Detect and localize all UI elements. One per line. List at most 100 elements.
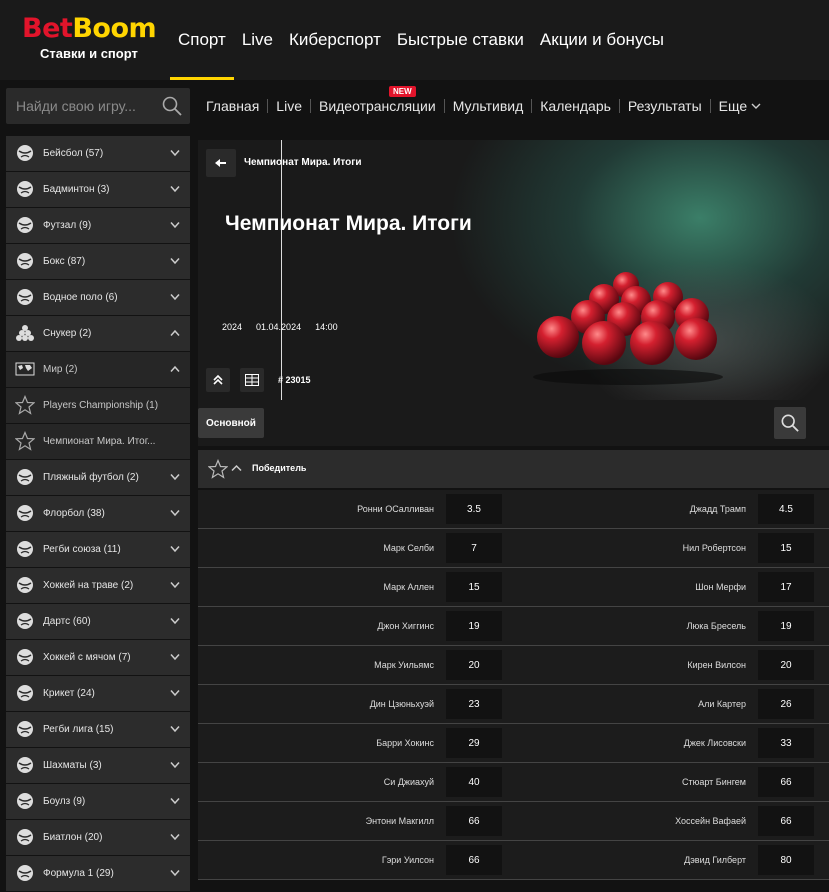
sidebar-item[interactable]: Бокс (87) bbox=[6, 244, 190, 279]
search-icon[interactable] bbox=[162, 96, 182, 116]
chevron-up-icon[interactable] bbox=[170, 329, 180, 337]
subnav-multiview[interactable]: Мультивид bbox=[445, 88, 532, 124]
odds-button[interactable]: 33 bbox=[758, 728, 814, 758]
breadcrumb[interactable]: Чемпионат Мира. Итоги bbox=[244, 157, 362, 168]
sub-nav: Главная Live Видеотрансляции NEW Мультив… bbox=[198, 86, 770, 124]
odds-button[interactable]: 80 bbox=[758, 845, 814, 875]
futsal-ball-icon bbox=[15, 215, 35, 235]
subnav-live[interactable]: Live bbox=[268, 88, 310, 124]
table-row: Си Джиахуй 40 Стюарт Бингем 66 bbox=[198, 763, 829, 802]
sidebar-item[interactable]: Пляжный футбол (2) bbox=[6, 460, 190, 495]
sidebar-item[interactable]: Биатлон (20) bbox=[6, 820, 190, 855]
subnav-main[interactable]: Главная bbox=[198, 88, 267, 124]
chevron-down-icon[interactable] bbox=[170, 293, 180, 301]
formula1-icon bbox=[15, 863, 35, 883]
layout-toggle-button[interactable] bbox=[240, 368, 264, 392]
chevron-down-icon[interactable] bbox=[170, 581, 180, 589]
chevron-down-icon[interactable] bbox=[170, 869, 180, 877]
odds-button[interactable]: 7 bbox=[446, 533, 502, 563]
odds-button[interactable]: 20 bbox=[446, 650, 502, 680]
odds-button[interactable]: 17 bbox=[758, 572, 814, 602]
chevron-up-icon[interactable] bbox=[231, 464, 242, 472]
nav-esports[interactable]: Киберспорт bbox=[281, 0, 389, 80]
sidebar-item-label: Бокс (87) bbox=[43, 256, 86, 267]
tab-main[interactable]: Основной bbox=[198, 408, 264, 438]
sidebar-item[interactable]: Players Championship (1) bbox=[6, 388, 190, 423]
odds-button[interactable]: 40 bbox=[446, 767, 502, 797]
nav-promotions[interactable]: Акции и бонусы bbox=[532, 0, 672, 80]
chevron-down-icon[interactable] bbox=[170, 797, 180, 805]
logo[interactable]: BetBoom Ставки и спорт bbox=[22, 13, 157, 62]
sidebar-item[interactable]: Хоккей на траве (2) bbox=[6, 568, 190, 603]
sidebar-item-label: Дартс (60) bbox=[43, 616, 91, 627]
sidebar-item[interactable]: Боулз (9) bbox=[6, 784, 190, 819]
subnav-streams[interactable]: Видеотрансляции NEW bbox=[311, 86, 444, 124]
chevron-down-icon[interactable] bbox=[170, 185, 180, 193]
sidebar-item[interactable]: Мир (2) bbox=[6, 352, 190, 387]
chevron-down-icon[interactable] bbox=[170, 653, 180, 661]
chevron-down-icon[interactable] bbox=[170, 149, 180, 157]
odds-button[interactable]: 19 bbox=[758, 611, 814, 641]
chevron-up-icon[interactable] bbox=[170, 365, 180, 373]
sidebar-item[interactable]: Шахматы (3) bbox=[6, 748, 190, 783]
logo-part1: Bet bbox=[22, 13, 73, 44]
chevron-down-icon[interactable] bbox=[170, 689, 180, 697]
chevron-down-icon[interactable] bbox=[170, 509, 180, 517]
market-header[interactable]: Победитель bbox=[198, 450, 829, 488]
chevron-down-icon[interactable] bbox=[170, 617, 180, 625]
sidebar-item[interactable]: Водное поло (6) bbox=[6, 280, 190, 315]
odds-button[interactable]: 15 bbox=[758, 533, 814, 563]
player-name: Гэри Уилсон bbox=[381, 855, 434, 865]
nav-sport[interactable]: Спорт bbox=[170, 0, 234, 80]
player-name: Дэвид Гилберт bbox=[684, 855, 746, 865]
sidebar-item-label: Хоккей на траве (2) bbox=[43, 580, 134, 591]
odds-button[interactable]: 3.5 bbox=[446, 494, 502, 524]
sidebar-item[interactable]: Регби союза (11) bbox=[6, 532, 190, 567]
odds-button[interactable]: 66 bbox=[758, 806, 814, 836]
back-button[interactable] bbox=[206, 149, 236, 177]
odds-button[interactable]: 4.5 bbox=[758, 494, 814, 524]
sports-sidebar: Бейсбол (57) Бадминтон (3) Футзал (9) Бокс … bbox=[6, 136, 190, 892]
odds-button[interactable]: 20 bbox=[758, 650, 814, 680]
chevron-down-icon[interactable] bbox=[170, 473, 180, 481]
sidebar-item[interactable]: Футзал (9) bbox=[6, 208, 190, 243]
player-name: Али Картер bbox=[698, 699, 746, 709]
subnav-calendar[interactable]: Календарь bbox=[532, 88, 619, 124]
odds-button[interactable]: 66 bbox=[446, 845, 502, 875]
collapse-all-button[interactable] bbox=[206, 368, 230, 392]
chevron-down-icon[interactable] bbox=[170, 221, 180, 229]
sidebar-item[interactable]: Чемпионат Мира. Итог... bbox=[6, 424, 190, 459]
sidebar-item[interactable]: Дартс (60) bbox=[6, 604, 190, 639]
favorite-star-icon[interactable] bbox=[208, 459, 228, 479]
nav-fast-bets[interactable]: Быстрые ставки bbox=[389, 0, 532, 80]
odds-button[interactable]: 19 bbox=[446, 611, 502, 641]
sidebar-item[interactable]: Формула 1 (29) bbox=[6, 856, 190, 891]
odds-button[interactable]: 26 bbox=[758, 689, 814, 719]
market-search-button[interactable] bbox=[774, 407, 806, 439]
sidebar-item[interactable]: Снукер (2) bbox=[6, 316, 190, 351]
chess-knight-icon bbox=[15, 755, 35, 775]
chevron-down-icon[interactable] bbox=[170, 725, 180, 733]
subnav-more[interactable]: Еще bbox=[711, 88, 770, 124]
chevron-down-icon[interactable] bbox=[170, 761, 180, 769]
sidebar-item[interactable]: Бадминтон (3) bbox=[6, 172, 190, 207]
player-name: Дин Цзюньхуэй bbox=[369, 699, 434, 709]
subnav-results[interactable]: Результаты bbox=[620, 88, 710, 124]
nav-live[interactable]: Live bbox=[234, 0, 281, 80]
sidebar-item[interactable]: Хоккей с мячом (7) bbox=[6, 640, 190, 675]
sidebar-item[interactable]: Крикет (24) bbox=[6, 676, 190, 711]
odds-button[interactable]: 23 bbox=[446, 689, 502, 719]
chevron-down-icon[interactable] bbox=[170, 545, 180, 553]
odds-button[interactable]: 15 bbox=[446, 572, 502, 602]
star-icon bbox=[14, 430, 36, 451]
odds-button[interactable]: 66 bbox=[446, 806, 502, 836]
sidebar-item[interactable]: Флорбол (38) bbox=[6, 496, 190, 531]
chevron-down-icon[interactable] bbox=[170, 833, 180, 841]
odds-button[interactable]: 29 bbox=[446, 728, 502, 758]
top-bar: BetBoom Ставки и спорт Спорт Live Киберс… bbox=[0, 0, 829, 80]
chevron-down-icon[interactable] bbox=[170, 257, 180, 265]
odds-button[interactable]: 66 bbox=[758, 767, 814, 797]
search-input[interactable] bbox=[6, 88, 156, 124]
sidebar-item[interactable]: Регби лига (15) bbox=[6, 712, 190, 747]
sidebar-item[interactable]: Бейсбол (57) bbox=[6, 136, 190, 171]
